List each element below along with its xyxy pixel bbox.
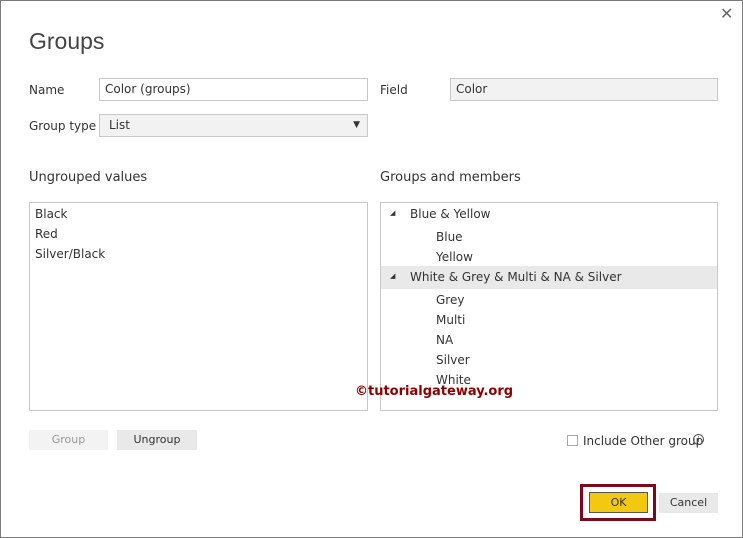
groups-tree[interactable]: ◢ Blue & Yellow Blue Yellow ◢ White & Gr… (380, 202, 718, 411)
close-icon[interactable]: ✕ (720, 4, 733, 23)
list-item[interactable]: Red (35, 227, 58, 241)
group-node[interactable]: White & Grey & Multi & NA & Silver (410, 270, 622, 284)
field-label: Field (380, 83, 408, 97)
field-input: Color (450, 78, 718, 101)
member-item[interactable]: Blue (436, 230, 463, 244)
group-type-select[interactable]: List ▼ (99, 114, 368, 137)
ungroup-button[interactable]: Ungroup (117, 430, 197, 450)
collapse-triangle-icon[interactable]: ◢ (390, 272, 395, 280)
member-item[interactable]: NA (436, 333, 453, 347)
include-other-checkbox[interactable] (567, 435, 578, 446)
ungrouped-list[interactable]: Black Red Silver/Black (29, 202, 368, 411)
group-type-value: List (109, 118, 130, 132)
include-other-label: Include Other group (583, 434, 704, 448)
member-item[interactable]: Multi (436, 313, 465, 327)
group-button[interactable]: Group (29, 430, 108, 450)
group-node[interactable]: Blue & Yellow (410, 207, 490, 221)
info-icon[interactable]: i (693, 434, 704, 445)
group-type-label: Group type (29, 119, 97, 133)
list-item[interactable]: Silver/Black (35, 247, 105, 261)
collapse-triangle-icon[interactable]: ◢ (390, 209, 395, 217)
list-item[interactable]: Black (35, 207, 67, 221)
watermark: ©tutorialgateway.org (355, 384, 514, 399)
dialog-title: Groups (29, 28, 105, 54)
ok-button[interactable]: OK (589, 492, 648, 513)
groups-label: Groups and members (380, 170, 521, 185)
member-item[interactable]: Grey (436, 293, 464, 307)
ungrouped-label: Ungrouped values (29, 170, 148, 185)
member-item[interactable]: Silver (436, 353, 470, 367)
member-item[interactable]: Yellow (436, 250, 473, 264)
cancel-button[interactable]: Cancel (659, 493, 718, 513)
name-input[interactable]: Color (groups) (99, 78, 368, 101)
name-label: Name (29, 83, 65, 97)
chevron-down-icon: ▼ (353, 120, 360, 130)
